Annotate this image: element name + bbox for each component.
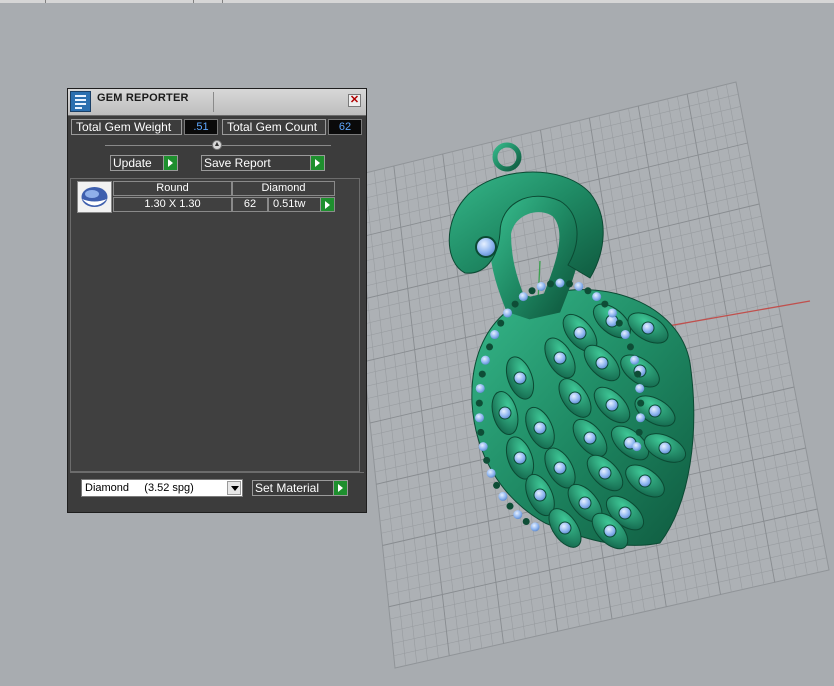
outline-bead [486,468,496,478]
set-gem [595,356,609,370]
outline-bead [497,319,505,327]
gem-weight-value: 0.51tw [273,198,306,210]
outline-bead [574,281,584,291]
outline-bead [636,413,646,423]
set-material-button[interactable]: Set Material [252,480,348,496]
bottom-separator [70,472,364,473]
outline-bead [635,428,643,436]
outline-bead [528,287,536,295]
outline-bead [503,308,513,318]
outline-bead [530,522,540,532]
set-gem [648,404,662,418]
outline-bead [547,280,555,288]
outline-bead [637,399,645,407]
outline-bead [620,330,630,340]
gem-list[interactable] [70,178,360,472]
set-gem [558,521,572,535]
outline-bead [478,442,488,452]
total-gem-weight-label: Total Gem Weight [71,119,182,135]
outline-bead [483,456,491,464]
outline-bead [536,281,546,291]
total-gem-count-label: Total Gem Count [222,119,326,135]
set-material-button-label: Set Material [255,481,320,495]
dropdown-arrow-icon[interactable] [227,481,241,495]
outline-bead [615,319,623,327]
outline-bead [607,308,617,318]
outline-bead [477,428,485,436]
outline-bead [522,518,530,526]
play-arrow-icon [320,198,334,211]
gem-count-cell: 62 [232,197,268,212]
outline-bead [555,278,565,288]
outline-bead [493,481,501,489]
outline-bead [630,355,640,365]
set-gem [641,321,655,335]
close-icon[interactable]: ✕ [348,94,361,107]
set-gem [603,524,617,538]
set-gem [573,326,587,340]
outline-bead [486,343,494,351]
total-gem-count-value: 62 [328,119,362,135]
outline-bead [490,330,500,340]
title-separator [213,92,214,112]
set-gem [618,506,632,520]
outline-bead [498,491,508,501]
panel-titlebar[interactable]: GEM REPORTER ✕ [68,89,366,116]
gem-size-cell: 1.30 X 1.30 [113,197,232,212]
set-gem [553,461,567,475]
gem-reporter-panel: GEM REPORTER ✕ Total Gem Weight .51 Tota… [67,88,367,513]
set-gem [583,431,597,445]
update-button[interactable]: Update [110,155,178,171]
material-select-value: Diamond (3.52 spg) [85,482,194,494]
play-arrow-icon [163,156,177,170]
outline-bead [474,413,484,423]
gem-material-cell: Diamond [232,181,335,196]
outline-bead [632,442,642,452]
material-select[interactable]: Diamond (3.52 spg) [81,479,243,497]
update-button-label: Update [113,156,152,170]
outline-bead [584,287,592,295]
set-gem [638,474,652,488]
total-gem-weight-value: .51 [184,119,218,135]
panel-title: GEM REPORTER [97,92,189,104]
set-gem [513,371,527,385]
outline-bead [518,292,528,302]
save-report-button-label: Save Report [204,156,271,170]
outline-bead [565,280,573,288]
set-gem [605,398,619,412]
play-arrow-icon [310,156,324,170]
set-gem [578,496,592,510]
set-gem [598,466,612,480]
outline-bead [635,383,645,393]
outline-bead [601,300,609,308]
outline-bead [592,292,602,302]
outline-bead [475,399,483,407]
outline-bead [511,300,519,308]
outline-bead [480,355,490,365]
gem-weight-cell[interactable]: 0.51tw [268,197,335,212]
set-gem [553,351,567,365]
set-gem [658,441,672,455]
gem-thumbnail-icon [77,181,112,213]
outline-bead [478,370,486,378]
outline-bead [513,510,523,520]
set-gem [513,451,527,465]
outline-bead [506,502,514,510]
outline-bead [634,370,642,378]
gem-reporter-app-icon [70,91,91,112]
gem-shape-cell: Round [113,181,232,196]
save-report-button[interactable]: Save Report [201,155,325,171]
set-gem [533,488,547,502]
play-arrow-icon [333,481,347,495]
set-gem [568,391,582,405]
outline-bead [626,343,634,351]
set-gem [533,421,547,435]
collapse-grip-icon[interactable]: ▲ [212,140,222,150]
outline-bead [475,383,485,393]
set-gem [498,406,512,420]
